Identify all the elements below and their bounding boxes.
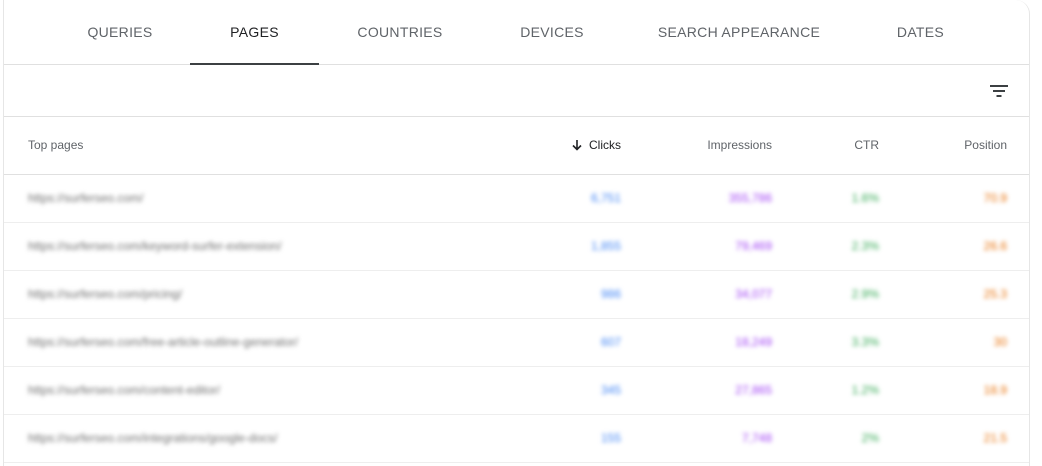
table-row[interactable]: https://surferseo.com/pricing/986 34,077 2… [4, 271, 1029, 319]
impressions-cell: 79,469 [735, 239, 772, 253]
tab-dates[interactable]: DATES [884, 0, 957, 64]
top-pages-table: Top pages Clicks Impressions CTR Positio… [4, 117, 1029, 463]
table-row[interactable]: https://surferseo.com/content-editor/345… [4, 367, 1029, 415]
page-url-cell[interactable]: https://surferseo.com/free-article-outli… [28, 319, 298, 366]
impressions-cell: 34,077 [735, 287, 772, 301]
ctr-cell: 1.2% [851, 383, 879, 397]
tab-devices[interactable]: DEVICES [507, 0, 597, 64]
page-url-cell[interactable]: https://surferseo.com/pricing/ [28, 271, 182, 318]
ctr-cell: 2% [861, 431, 879, 445]
clicks-cell: 986 [600, 287, 621, 301]
ctr-cell: 2.3% [851, 239, 879, 253]
clicks-cell: 607 [600, 335, 621, 349]
position-cell: 21.5 [983, 431, 1007, 445]
page-url-cell[interactable]: https://surferseo.com/content-editor/ [28, 367, 220, 414]
tab-countries[interactable]: COUNTRIES [350, 0, 450, 64]
ctr-cell: 1.6% [851, 191, 879, 205]
table-header: Top pages Clicks Impressions CTR Positio… [4, 117, 1029, 175]
performance-table-card: QUERIES PAGES COUNTRIES DEVICES SEARCH A… [3, 0, 1030, 466]
arrow-down-icon [572, 139, 582, 151]
table-row[interactable]: https://surferseo.com/free-article-outli… [4, 319, 1029, 367]
table-row[interactable]: https://surferseo.com/keyword-surfer-ext… [4, 223, 1029, 271]
filter-rows-button[interactable] [983, 75, 1015, 107]
position-cell: 25.3 [983, 287, 1007, 301]
position-cell: 18.9 [983, 383, 1007, 397]
impressions-cell: 18,249 [735, 335, 772, 349]
header-ctr[interactable]: CTR [854, 117, 879, 174]
table-toolbar [4, 65, 1029, 117]
tab-pages[interactable]: PAGES [190, 0, 319, 65]
ctr-cell: 2.9% [851, 287, 879, 301]
position-cell: 70.9 [983, 191, 1007, 205]
tab-pages-label: PAGES [230, 24, 279, 40]
position-cell: 26.6 [983, 239, 1007, 253]
header-position[interactable]: Position [964, 117, 1007, 174]
impressions-cell: 355,786 [728, 191, 772, 205]
header-clicks[interactable]: Clicks [571, 117, 621, 174]
header-clicks-label: Clicks [589, 138, 621, 152]
impressions-cell: 27,865 [735, 383, 772, 397]
impressions-cell: 7,748 [741, 431, 772, 445]
page-url-cell[interactable]: https://surferseo.com/ [28, 175, 143, 222]
header-impressions[interactable]: Impressions [707, 117, 772, 174]
tab-queries[interactable]: QUERIES [75, 0, 165, 64]
table-row[interactable]: https://surferseo.com/6,751 355,786 1.6% 70… [4, 175, 1029, 223]
position-cell: 30 [993, 335, 1007, 349]
page-url-cell[interactable]: https://surferseo.com/integrations/googl… [28, 415, 277, 462]
tab-search-appearance[interactable]: SEARCH APPEARANCE [656, 0, 822, 64]
header-top-pages[interactable]: Top pages [28, 117, 83, 174]
clicks-cell: 6,751 [590, 191, 621, 205]
page-url-cell[interactable]: https://surferseo.com/keyword-surfer-ext… [28, 223, 281, 270]
ctr-cell: 3.3% [851, 335, 879, 349]
table-body: https://surferseo.com/6,751 355,786 1.6% 70… [4, 175, 1029, 463]
clicks-cell: 155 [600, 431, 621, 445]
dimension-tabs: QUERIES PAGES COUNTRIES DEVICES SEARCH A… [4, 0, 1029, 65]
clicks-cell: 1,855 [590, 239, 621, 253]
clicks-cell: 345 [600, 383, 621, 397]
filter-list-icon [990, 85, 1008, 97]
table-row[interactable]: https://surferseo.com/integrations/googl… [4, 415, 1029, 463]
